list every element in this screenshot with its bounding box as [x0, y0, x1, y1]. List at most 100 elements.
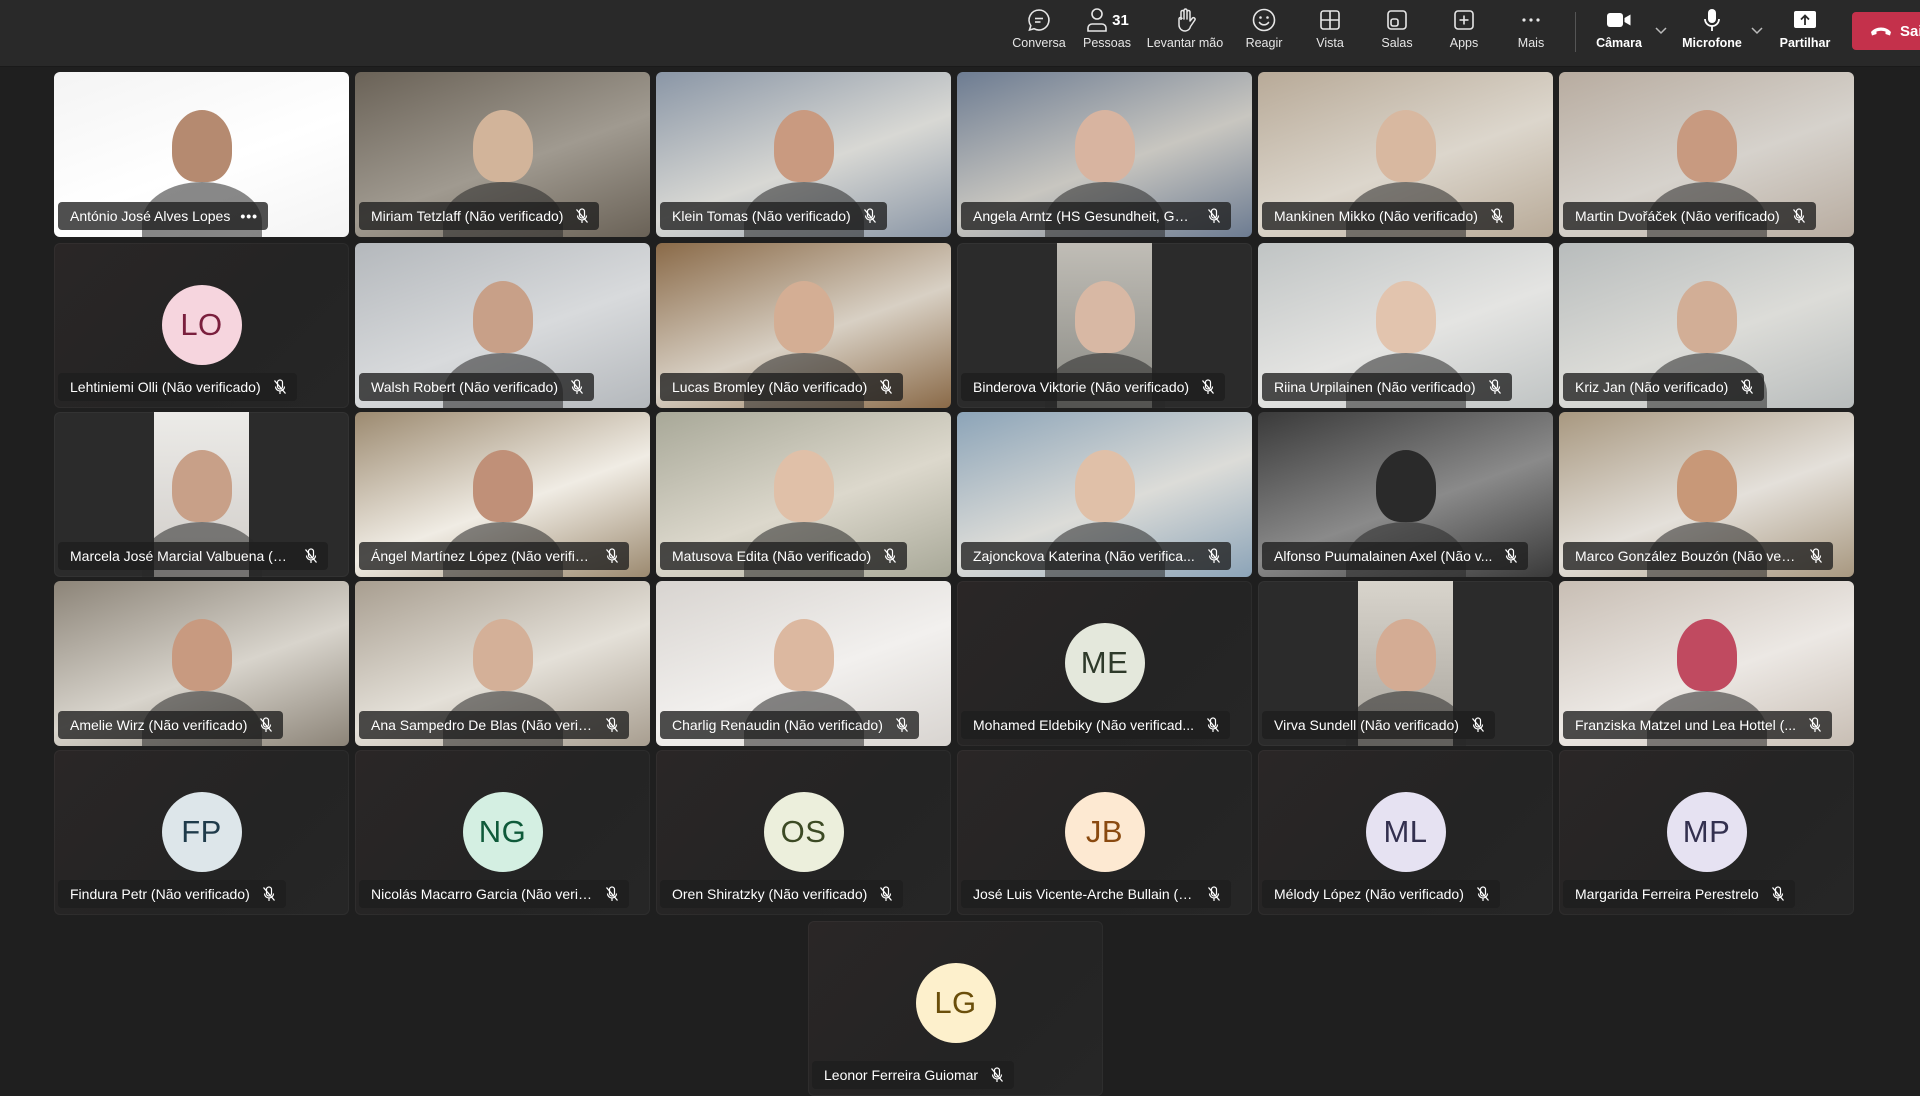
participant-name-tag: Alfonso Puumalainen Axel (Não v... [1262, 542, 1529, 570]
participant-tile[interactable]: OS Oren Shiratzky (Não verificado) [656, 750, 951, 915]
participant-tile[interactable]: LO Lehtiniemi Olli (Não verificado) [54, 243, 349, 408]
mic-off-icon [879, 886, 893, 902]
mic-off-icon [1792, 208, 1806, 224]
participant-tile[interactable]: Alfonso Puumalainen Axel (Não v... [1258, 412, 1553, 577]
participant-name-tag: Lehtiniemi Olli (Não verificado) [58, 373, 297, 401]
camera-button[interactable]: Câmara [1586, 6, 1652, 60]
share-button[interactable]: Partilhar [1772, 6, 1838, 60]
participant-name: António José Alves Lopes [70, 208, 231, 224]
participant-name: Riina Urpilainen (Não verificado) [1274, 379, 1476, 395]
apps-button[interactable]: Apps [1431, 6, 1497, 60]
participant-more-options-icon[interactable]: ••• [240, 208, 258, 224]
view-button[interactable]: Vista [1297, 6, 1363, 60]
participant-name: Lucas Bromley (Não verificado) [672, 379, 868, 395]
participant-name: Angela Arntz (HS Gesundheit, Ger... [973, 208, 1195, 224]
participant-name-tag: Mohamed Eldebiky (Não verificad... [961, 711, 1230, 739]
avatar: NG [462, 792, 543, 872]
mic-off-icon [1809, 548, 1823, 564]
hang-up-icon [1871, 27, 1891, 36]
chat-button[interactable]: Conversa [1006, 6, 1072, 60]
people-button[interactable]: 31 Pessoas [1074, 6, 1140, 60]
participant-name: José Luis Vicente-Arche Bullain (N... [973, 886, 1195, 902]
participant-name: Virva Sundell (Não verificado) [1274, 717, 1459, 733]
participant-tile[interactable]: Matusova Edita (Não verificado) [656, 412, 951, 577]
participant-tile[interactable]: Franziska Matzel und Lea Hottel (... [1559, 581, 1854, 746]
rooms-button[interactable]: Salas [1364, 6, 1430, 60]
leave-button[interactable]: Sair [1852, 12, 1920, 50]
participant-name: Nicolás Macarro Garcia (Não verif... [371, 886, 593, 902]
participant-tile[interactable]: Marco González Bouzón (Não veri... [1559, 412, 1854, 577]
raise-hand-button[interactable]: Levantar mão [1147, 6, 1223, 60]
camera-label: Câmara [1596, 36, 1642, 50]
participant-name: Matusova Edita (Não verificado) [672, 548, 872, 564]
participant-tile[interactable]: Ana Sampedro De Blas (Não verifi... [355, 581, 650, 746]
chat-label: Conversa [1012, 36, 1066, 50]
microphone-button[interactable]: Microfone [1676, 6, 1748, 60]
participant-name-tag: Zajonckova Katerina (Não verifica... [961, 542, 1231, 570]
mic-off-icon [1207, 548, 1221, 564]
react-button[interactable]: Reagir [1231, 6, 1297, 60]
participant-tile[interactable]: Walsh Robert (Não verificado) [355, 243, 650, 408]
participant-name-tag: Virva Sundell (Não verificado) [1262, 711, 1495, 739]
participant-tile[interactable]: FP Findura Petr (Não verificado) [54, 750, 349, 915]
mic-off-icon [575, 208, 589, 224]
participant-name: Miriam Tetzlaff (Não verificado) [371, 208, 564, 224]
participant-name-tag: Mélody López (Não verificado) [1262, 880, 1500, 908]
avatar: FP [161, 792, 242, 872]
participant-tile[interactable]: Mankinen Mikko (Não verificado) [1258, 72, 1553, 237]
participant-tile[interactable]: Angela Arntz (HS Gesundheit, Ger... [957, 72, 1252, 237]
participant-name: Findura Petr (Não verificado) [70, 886, 250, 902]
participant-name-tag: Kriz Jan (Não verificado) [1563, 373, 1765, 401]
participant-tile[interactable]: NG Nicolás Macarro Garcia (Não verif... [355, 750, 650, 915]
participant-name: Mélody López (Não verificado) [1274, 886, 1464, 902]
microphone-icon [1700, 6, 1724, 34]
mic-off-icon [570, 379, 584, 395]
participant-name-tag: Matusova Edita (Não verificado) [660, 542, 908, 570]
participant-tile[interactable]: ME Mohamed Eldebiky (Não verificad... [957, 581, 1252, 746]
participant-name: Martin Dvořáček (Não verificado) [1575, 208, 1780, 224]
participant-name-tag: Margarida Ferreira Perestrelo [1563, 880, 1795, 908]
participant-tile[interactable]: LG Leonor Ferreira Guiomar [808, 921, 1103, 1096]
participant-figure [1677, 281, 1737, 353]
participant-tile[interactable]: Marcela José Marcial Valbuena (N... [54, 412, 349, 577]
participant-tile[interactable]: Martin Dvořáček (Não verificado) [1559, 72, 1854, 237]
participant-tile[interactable]: JB José Luis Vicente-Arche Bullain (N... [957, 750, 1252, 915]
more-button[interactable]: Mais [1498, 6, 1564, 60]
participant-figure [172, 110, 232, 182]
mic-off-icon [1740, 379, 1754, 395]
participant-tile[interactable]: Amelie Wirz (Não verificado) [54, 581, 349, 746]
share-screen-icon [1792, 6, 1818, 34]
participant-tile[interactable]: Zajonckova Katerina (Não verifica... [957, 412, 1252, 577]
people-icon-wrap: 31 [1085, 6, 1129, 34]
smiley-icon [1251, 6, 1277, 34]
participant-name: Charlig Renaudin (Não verificado) [672, 717, 883, 733]
more-label: Mais [1517, 36, 1545, 50]
participant-tile[interactable]: ML Mélody López (Não verificado) [1258, 750, 1553, 915]
participant-tile[interactable]: Riina Urpilainen (Não verificado) [1258, 243, 1553, 408]
participant-tile[interactable]: António José Alves Lopes ••• [54, 72, 349, 237]
participant-name-tag: Ángel Martínez López (Não verific... [359, 542, 629, 570]
participant-tile[interactable]: MP Margarida Ferreira Perestrelo [1559, 750, 1854, 915]
participant-figure [774, 619, 834, 691]
participant-tile[interactable]: Ángel Martínez López (Não verific... [355, 412, 650, 577]
mic-off-icon [1808, 717, 1822, 733]
participant-figure [774, 281, 834, 353]
participant-tile[interactable]: Virva Sundell (Não verificado) [1258, 581, 1553, 746]
participant-tile[interactable]: Binderova Viktorie (Não verificado) [957, 243, 1252, 408]
participant-tile[interactable]: Charlig Renaudin (Não verificado) [656, 581, 951, 746]
avatar: ML [1365, 792, 1446, 872]
participant-name: Mohamed Eldebiky (Não verificad... [973, 717, 1194, 733]
participant-tile[interactable]: Kriz Jan (Não verificado) [1559, 243, 1854, 408]
participant-name: Klein Tomas (Não verificado) [672, 208, 851, 224]
participant-name: Marcela José Marcial Valbuena (N... [70, 548, 292, 564]
microphone-options-chevron-icon[interactable] [1749, 22, 1765, 38]
participant-tile[interactable]: Klein Tomas (Não verificado) [656, 72, 951, 237]
apps-label: Apps [1449, 36, 1479, 50]
participant-tile[interactable]: Miriam Tetzlaff (Não verificado) [355, 72, 650, 237]
participant-name-tag: Nicolás Macarro Garcia (Não verif... [359, 880, 629, 908]
participant-tile[interactable]: Lucas Bromley (Não verificado) [656, 243, 951, 408]
participant-name-tag: Marco González Bouzón (Não veri... [1563, 542, 1833, 570]
camera-options-chevron-icon[interactable] [1653, 22, 1669, 38]
participant-figure [473, 619, 533, 691]
participant-name: Ángel Martínez López (Não verific... [371, 548, 593, 564]
